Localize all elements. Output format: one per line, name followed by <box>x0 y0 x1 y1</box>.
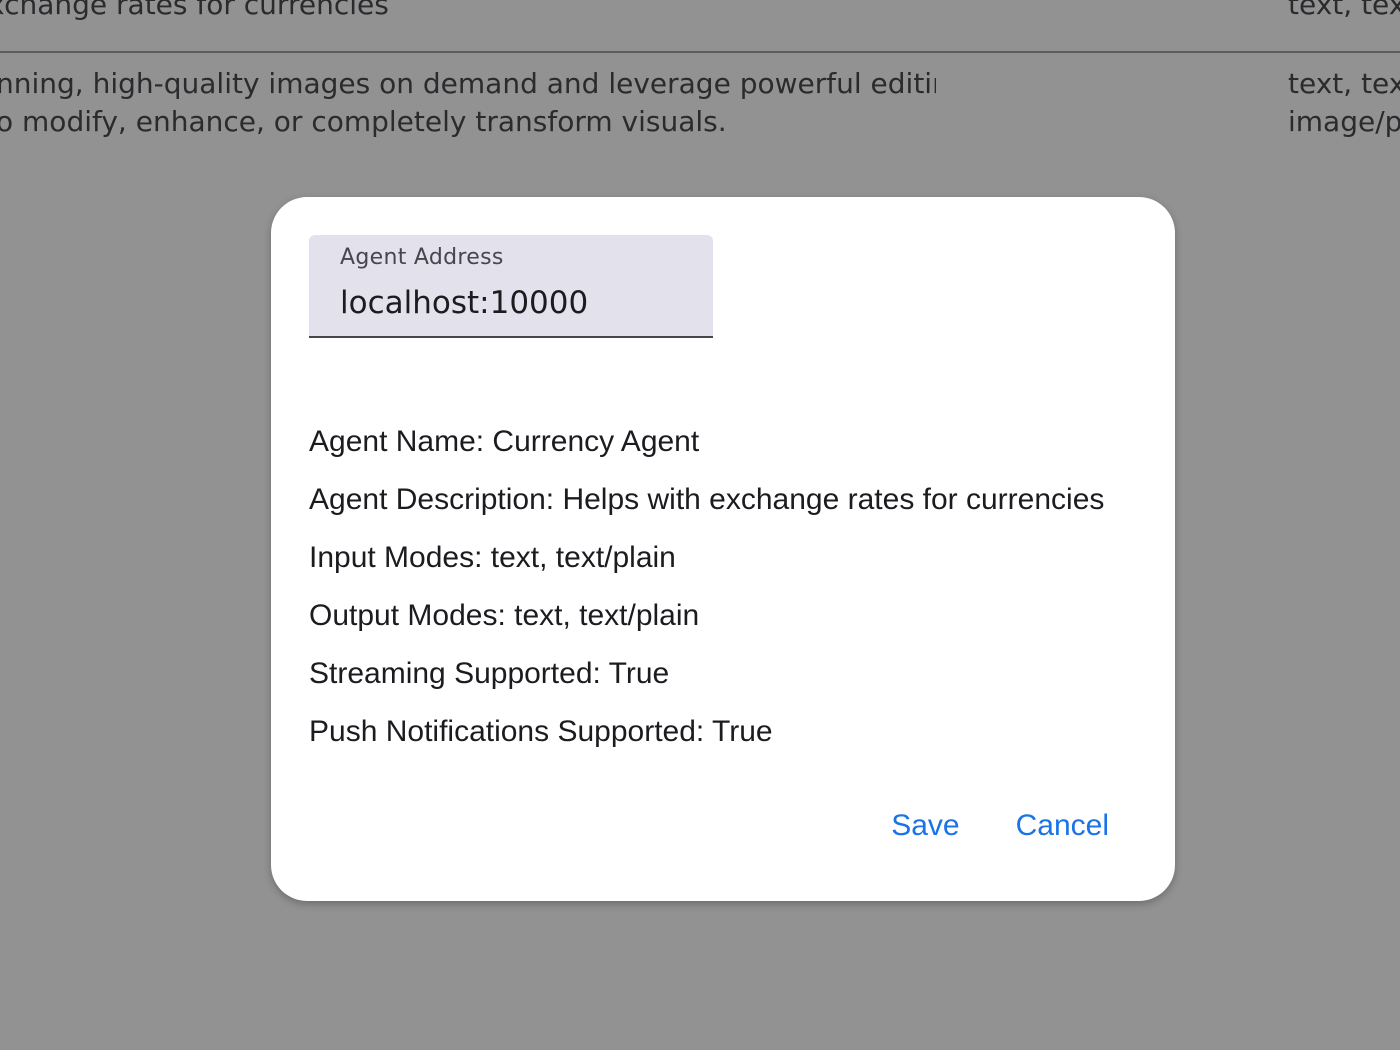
save-button[interactable]: Save <box>887 805 963 847</box>
table-row-divider <box>0 51 1400 53</box>
agent-name-text: Agent Name: Currency Agent <box>309 425 700 458</box>
agent-dialog: Agent Address Agent Name: Currency Agent… <box>271 197 1175 901</box>
dialog-actions: Save Cancel <box>887 805 1113 847</box>
output-modes-text: Output Modes: text, text/plain <box>309 599 700 632</box>
cancel-button[interactable]: Cancel <box>1012 805 1113 847</box>
agent-info-list: Agent Name: Currency Agent Agent Descrip… <box>309 421 1149 769</box>
table-cell-description: nning, high-quality images on demand and… <box>0 65 936 141</box>
streaming-supported-text: Streaming Supported: True <box>309 657 670 690</box>
cell-text-line: image/p <box>1288 105 1400 138</box>
cell-text-line: text, tex <box>1288 67 1400 100</box>
cell-text-line: text, tex <box>1288 0 1400 21</box>
table-cell-description: xchange rates for currencies <box>0 0 928 24</box>
cell-text-line: nning, high-quality images on demand and… <box>0 67 936 100</box>
table-cell-modes: text, tex <box>1288 0 1400 24</box>
agent-description-text: Agent Description: Helps with exchange r… <box>309 483 1105 516</box>
agent-address-field[interactable]: Agent Address <box>309 235 713 338</box>
cell-text-line: o modify, enhance, or completely transfo… <box>0 105 727 138</box>
agent-address-input[interactable] <box>340 281 700 325</box>
cell-text-line: xchange rates for currencies <box>0 0 389 21</box>
table-cell-modes: text, tex image/p <box>1288 65 1400 141</box>
input-modes-text: Input Modes: text, text/plain <box>309 541 676 574</box>
push-notifications-supported-text: Push Notifications Supported: True <box>309 715 773 748</box>
agent-address-label: Agent Address <box>340 245 504 270</box>
